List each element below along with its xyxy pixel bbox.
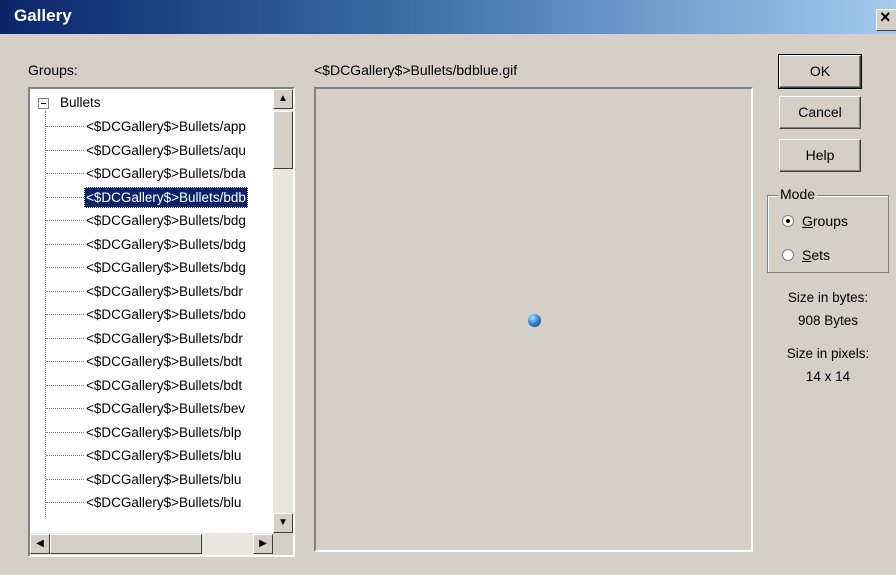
scroll-up-button[interactable]: ▲ — [273, 89, 293, 109]
tree-root-label: Bullets — [60, 95, 101, 110]
scroll-left-button[interactable]: ◀ — [30, 534, 50, 554]
scroll-right-button[interactable]: ▶ — [253, 534, 273, 554]
size-bytes-label: Size in bytes: — [787, 290, 869, 305]
help-button[interactable]: Help — [779, 139, 861, 172]
tree-connector-dash — [46, 126, 84, 127]
horizontal-scrollbar[interactable]: ◀ ▶ — [30, 533, 273, 555]
tree-item[interactable]: <$DCGallery$>Bullets/bev — [84, 398, 247, 419]
image-preview-pane — [314, 87, 753, 552]
tree-item[interactable]: <$DCGallery$>Bullets/bdr — [84, 281, 245, 302]
tree-item[interactable]: <$DCGallery$>Bullets/app — [84, 116, 248, 137]
blue-bullet-image — [528, 314, 541, 327]
close-icon: × — [880, 7, 891, 27]
tree-item[interactable]: <$DCGallery$>Bullets/bdg — [84, 210, 248, 231]
tree-item-selected[interactable]: <$DCGallery$>Bullets/bdb — [84, 186, 248, 208]
size-bytes-value: 908 Bytes — [797, 313, 859, 328]
tree-connector-dash — [46, 267, 84, 268]
tree-item[interactable]: <$DCGallery$>Bullets/blu — [84, 445, 243, 466]
preview-path-label: <$DCGallery$>Bullets/bdblue.gif — [314, 62, 518, 78]
vertical-scrollbar[interactable]: ▲ ▼ — [273, 89, 293, 533]
tree-item[interactable]: <$DCGallery$>Bullets/bdo — [84, 304, 248, 325]
tree-connector-dash — [46, 337, 84, 339]
scroll-down-button[interactable]: ▼ — [273, 513, 293, 533]
tree-item[interactable]: <$DCGallery$>Bullets/aqu — [84, 140, 248, 161]
tree-item[interactable]: <$DCGallery$>Bullets/bdg — [84, 257, 248, 278]
tree-item[interactable]: <$DCGallery$>Bullets/bdt — [84, 375, 244, 396]
tree-connector-dash — [46, 290, 84, 292]
vertical-scroll-thumb[interactable] — [273, 111, 293, 169]
arrow-right-icon: ▶ — [259, 538, 267, 549]
tree-item[interactable]: <$DCGallery$>Bullets/blu — [84, 516, 243, 518]
tree-item[interactable]: <$DCGallery$>Bullets/bdr — [84, 328, 245, 349]
tree-connector-dash — [46, 361, 84, 362]
tree-connector-dash — [46, 243, 84, 245]
tree-connector-dash — [46, 196, 84, 198]
tree-connector-dash — [46, 502, 84, 503]
ok-button[interactable]: OK — [778, 54, 862, 89]
cancel-button[interactable]: Cancel — [779, 96, 861, 129]
arrow-left-icon: ◀ — [36, 538, 44, 549]
tree-connector-dash — [46, 478, 84, 480]
groups-label: Groups: — [28, 62, 78, 78]
arrow-up-icon: ▲ — [278, 93, 288, 104]
tree-connector-dash — [46, 314, 84, 315]
radio-unselected-icon[interactable] — [782, 249, 794, 261]
collapse-icon[interactable] — [38, 98, 49, 109]
mode-groupbox: Mode Groups Sets — [767, 186, 889, 273]
tree-item[interactable]: <$DCGallery$>Bullets/bdt — [84, 351, 244, 372]
groups-tree[interactable]: Bullets <$DCGallery$>Bullets/app <$DCGall… — [28, 87, 295, 557]
arrow-down-icon: ▼ — [278, 517, 288, 528]
scrollbar-corner — [273, 533, 293, 555]
tree-connector-dash — [46, 173, 84, 174]
tree-connector-dash — [46, 149, 84, 151]
tree-item[interactable]: <$DCGallery$>Bullets/blp — [84, 422, 243, 443]
window-title: Gallery — [14, 6, 72, 25]
tree-item[interactable]: <$DCGallery$>Bullets/blu — [84, 469, 243, 490]
tree-item[interactable]: <$DCGallery$>Bullets/bda — [84, 163, 248, 184]
mode-sets-label: Sets — [802, 247, 831, 263]
tree-connector-dash — [46, 431, 84, 433]
horizontal-scroll-thumb[interactable] — [50, 534, 202, 554]
size-pixels-value: 14 x 14 — [805, 369, 851, 384]
gallery-dialog: Gallery × Groups: Bullets <$DCGallery$>B… — [0, 0, 896, 575]
size-pixels-label: Size in pixels: — [786, 346, 870, 361]
mode-groups-label: Groups — [802, 213, 848, 229]
mode-title: Mode — [778, 186, 818, 202]
title-bar[interactable]: Gallery × — [0, 0, 896, 34]
tree-item[interactable]: <$DCGallery$>Bullets/bdg — [84, 234, 248, 255]
tree-connector-dash — [46, 384, 84, 386]
tree-connector-dash — [46, 408, 84, 409]
tree-item[interactable]: <$DCGallery$>Bullets/blu — [84, 492, 243, 513]
tree-connector-dash — [46, 220, 84, 221]
radio-selected-icon[interactable] — [782, 215, 794, 227]
tree-connector-dash — [46, 455, 84, 456]
tree-viewport: Bullets <$DCGallery$>Bullets/app <$DCGall… — [30, 89, 273, 517]
close-button[interactable]: × — [876, 7, 896, 31]
